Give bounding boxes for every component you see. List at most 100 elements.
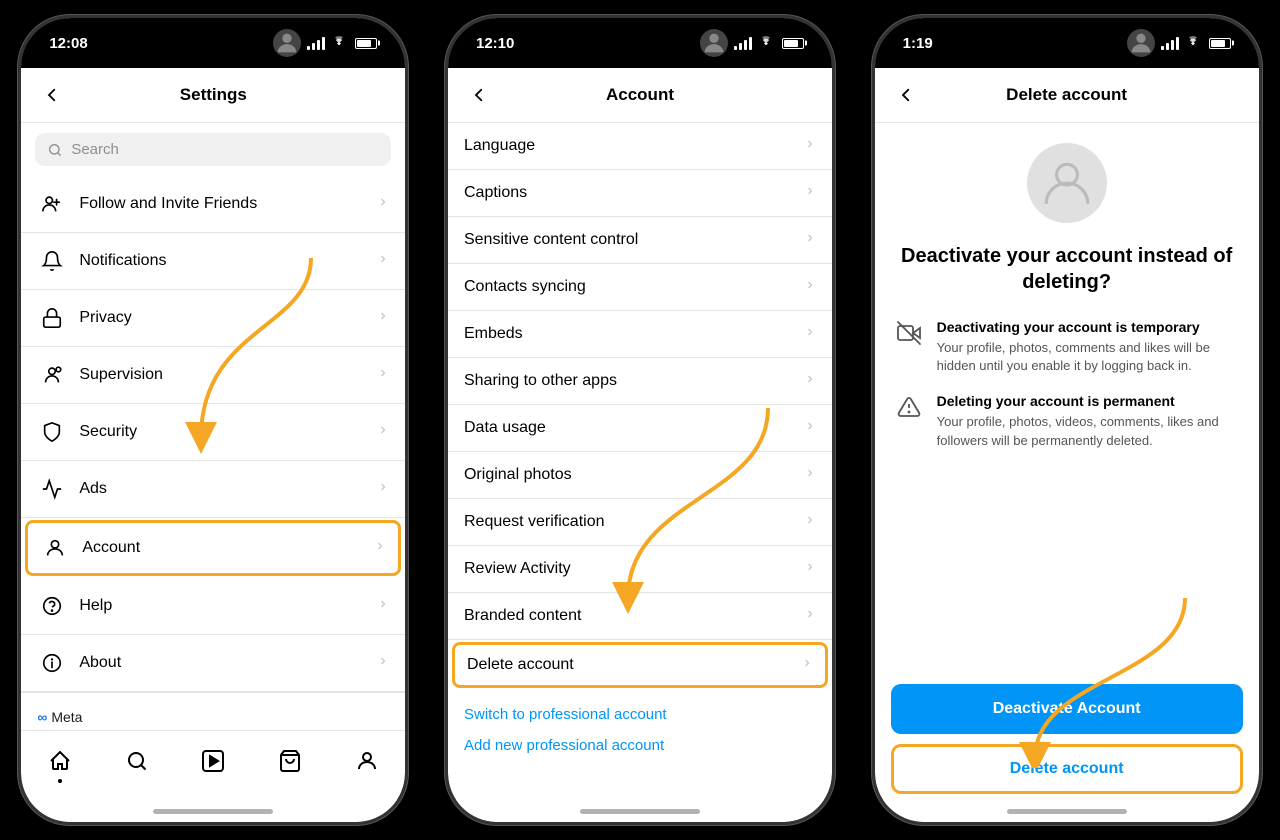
data-label: Data usage	[464, 419, 804, 437]
deactivate-button[interactable]: Deactivate Account	[891, 684, 1243, 734]
bottom-nav-1	[21, 730, 405, 800]
account-item-captions[interactable]: Captions	[448, 170, 832, 217]
account-item-sharing[interactable]: Sharing to other apps	[448, 358, 832, 405]
search-icon	[47, 142, 63, 158]
account-item-sensitive[interactable]: Sensitive content control	[448, 217, 832, 264]
sensitive-label: Sensitive content control	[464, 231, 804, 249]
nav-bar-3: Delete account	[875, 68, 1259, 123]
supervision-label: Supervision	[79, 366, 377, 384]
status-time-3: 1:19	[903, 35, 933, 52]
sidebar-item-supervision[interactable]: Supervision	[21, 347, 405, 404]
notifications-chevron	[377, 252, 389, 270]
embeds-label: Embeds	[464, 325, 804, 343]
wifi-icon-1	[331, 36, 347, 51]
info-icon	[37, 648, 67, 678]
signal-bars-1	[307, 36, 325, 50]
nav-search[interactable]	[117, 741, 157, 781]
nav-profile[interactable]	[347, 741, 387, 781]
pro-links: Switch to professional account Add new p…	[448, 690, 832, 784]
ads-icon	[37, 474, 67, 504]
deactivate-info: Deactivating your account is temporary Y…	[895, 319, 1239, 375]
ads-label: Ads	[79, 480, 377, 498]
account-label: Account	[82, 539, 374, 557]
sidebar-item-follow[interactable]: Follow and Invite Friends	[21, 176, 405, 233]
status-bar-2: 12:10	[448, 18, 832, 68]
nav-home[interactable]	[40, 741, 80, 781]
notifications-label: Notifications	[79, 252, 377, 270]
status-icons-1	[273, 29, 377, 57]
status-bar-1: 12:08	[21, 18, 405, 68]
sidebar-item-help[interactable]: Help	[21, 578, 405, 635]
dynamic-island-1	[158, 30, 268, 60]
battery-icon-2	[782, 38, 804, 49]
account-item-delete[interactable]: Delete account	[452, 642, 828, 688]
meta-logo: ∞ Meta	[37, 709, 389, 725]
home-bar-2	[448, 800, 832, 822]
status-icons-2	[700, 29, 804, 57]
account-item-contacts[interactable]: Contacts syncing	[448, 264, 832, 311]
account-item-photos[interactable]: Original photos	[448, 452, 832, 499]
back-button-3[interactable]	[891, 80, 921, 110]
sidebar-item-notifications[interactable]: Notifications	[21, 233, 405, 290]
permanent-delete-info: Deleting your account is permanent Your …	[895, 393, 1239, 449]
search-placeholder: Search	[71, 141, 119, 158]
sidebar-item-about[interactable]: About	[21, 635, 405, 692]
account-list: Language Captions Sensitive content cont…	[448, 123, 832, 800]
help-label: Help	[79, 597, 377, 615]
security-chevron	[377, 423, 389, 441]
search-bar[interactable]: Search	[35, 133, 391, 166]
back-button-2[interactable]	[464, 80, 494, 110]
privacy-label: Privacy	[79, 309, 377, 327]
photos-label: Original photos	[464, 466, 804, 484]
account-item-verification[interactable]: Request verification	[448, 499, 832, 546]
status-avatar-2	[700, 29, 728, 57]
back-button-1[interactable]	[37, 80, 67, 110]
no-camera-icon	[895, 319, 923, 347]
activity-label: Review Activity	[464, 560, 804, 578]
dynamic-island-3	[1012, 30, 1122, 60]
supervision-chevron	[377, 366, 389, 384]
action-buttons: Deactivate Account Delete account	[875, 674, 1259, 800]
phone-2: 12:10	[445, 15, 835, 825]
page-title-1: Settings	[67, 85, 359, 105]
branded-label: Branded content	[464, 607, 804, 625]
nav-shop[interactable]	[270, 741, 310, 781]
delete-perm-text: Deleting your account is permanent Your …	[937, 393, 1239, 449]
account-item-embeds[interactable]: Embeds	[448, 311, 832, 358]
sidebar-item-ads[interactable]: Ads	[21, 461, 405, 518]
account-item-activity[interactable]: Review Activity	[448, 546, 832, 593]
switch-pro-link[interactable]: Switch to professional account	[464, 706, 816, 723]
delete-label: Delete account	[467, 656, 801, 674]
delete-chevron	[801, 656, 813, 674]
branded-chevron	[804, 607, 816, 625]
sidebar-item-privacy[interactable]: Privacy	[21, 290, 405, 347]
status-avatar-3	[1127, 29, 1155, 57]
deactivate-desc: Your profile, photos, comments and likes…	[937, 339, 1239, 375]
account-item-branded[interactable]: Branded content	[448, 593, 832, 640]
account-item-language[interactable]: Language	[448, 123, 832, 170]
signal-bars-2	[734, 36, 752, 50]
account-chevron	[374, 539, 386, 557]
captions-chevron	[804, 184, 816, 202]
delete-page-title: Deactivate your account instead of delet…	[895, 243, 1239, 295]
delete-content: Deactivate your account instead of delet…	[875, 123, 1259, 674]
battery-icon-3	[1209, 38, 1231, 49]
user-avatar	[1027, 143, 1107, 223]
warning-icon	[895, 393, 923, 421]
nav-reels[interactable]	[193, 741, 233, 781]
wifi-icon-3	[1185, 36, 1201, 51]
captions-label: Captions	[464, 184, 804, 202]
add-pro-link[interactable]: Add new professional account	[464, 737, 816, 754]
battery-icon-1	[355, 38, 377, 49]
page-title-3: Delete account	[921, 85, 1213, 105]
delete-button[interactable]: Delete account	[891, 744, 1243, 794]
status-time-2: 12:10	[476, 35, 514, 52]
account-item-data[interactable]: Data usage	[448, 405, 832, 452]
dynamic-island-2	[585, 30, 695, 60]
page-title-2: Account	[494, 85, 786, 105]
follow-chevron	[377, 195, 389, 213]
photos-chevron	[804, 466, 816, 484]
privacy-chevron	[377, 309, 389, 327]
sidebar-item-security[interactable]: Security	[21, 404, 405, 461]
sidebar-item-account[interactable]: Account	[25, 520, 401, 576]
